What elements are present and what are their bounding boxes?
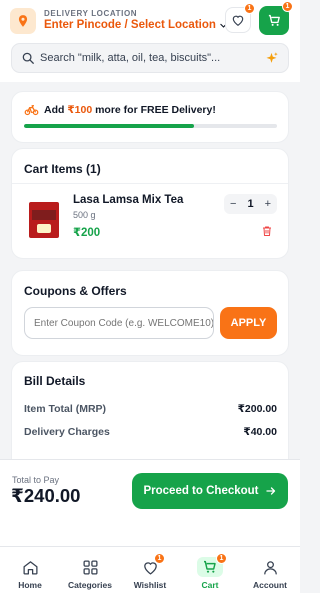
coupon-code-input[interactable] (24, 307, 214, 339)
checkout-footer: Total to Pay ₹240.00 Proceed to Checkout (0, 459, 300, 546)
tab-home[interactable]: Home (0, 547, 60, 593)
checkout-label: Proceed to Checkout (143, 485, 259, 497)
tab-cart[interactable]: 1 Cart (180, 547, 240, 593)
search-bar[interactable]: Search "milk, atta, oil, tea, biscuits".… (11, 43, 289, 73)
wishlist-count-badge: 1 (244, 3, 255, 14)
tab-label: Account (253, 580, 287, 590)
tab-label: Home (18, 580, 42, 590)
bill-row-value: ₹200.00 (237, 403, 277, 415)
bill-row-item-total: Item Total (MRP) ₹200.00 (24, 403, 277, 415)
cart-count-badge: 1 (282, 1, 293, 12)
free-delivery-message: Add ₹100 more for FREE Delivery! (44, 104, 216, 116)
header-cart-button[interactable]: 1 (259, 1, 293, 35)
bottom-nav: Home Categories 1 Wishlist 1 Cart Accoun… (0, 546, 300, 593)
tab-label: Cart (201, 580, 219, 590)
proceed-to-checkout-button[interactable]: Proceed to Checkout (132, 473, 288, 509)
cart-items-card: Cart Items (1) Lasa Lamsa Mix Tea 500 g … (11, 148, 289, 259)
bill-row-label: Delivery Charges (24, 426, 110, 438)
grid-icon (80, 557, 100, 577)
bill-row-label: Item Total (MRP) (24, 403, 107, 415)
bill-row-delivery: Delivery Charges ₹40.00 (24, 426, 277, 438)
heart-icon (232, 15, 244, 26)
tab-label: Categories (68, 580, 112, 590)
location-pin-icon[interactable] (10, 8, 36, 34)
total-value: ₹240.00 (11, 485, 81, 506)
quantity-stepper: − 1 + (224, 194, 277, 214)
tab-categories[interactable]: Categories (60, 547, 120, 593)
product-name[interactable]: Lasa Lamsa Mix Tea (73, 194, 183, 206)
product-price: ₹200 (73, 227, 101, 239)
cart-items-title: Cart Items (1) (24, 162, 101, 176)
search-placeholder: Search "milk, atta, oil, tea, biscuits".… (40, 52, 221, 64)
delivery-progress-bar (24, 124, 277, 128)
total-label: Total to Pay (12, 475, 60, 485)
home-icon (20, 557, 40, 577)
cart-tab-badge: 1 (216, 553, 227, 564)
increase-quantity-button[interactable]: + (265, 198, 271, 210)
free-delivery-card: Add ₹100 more for FREE Delivery! (11, 91, 289, 143)
coupons-title: Coupons & Offers (24, 284, 127, 298)
delete-item-icon[interactable] (261, 225, 273, 237)
bike-icon (24, 105, 39, 116)
tab-wishlist[interactable]: 1 Wishlist (120, 547, 180, 593)
search-icon (22, 52, 34, 64)
bill-details-card: Bill Details Item Total (MRP) ₹200.00 De… (11, 361, 289, 461)
sparkle-icon[interactable] (264, 51, 279, 66)
quantity-value: 1 (247, 198, 254, 210)
delivery-progress-fill (24, 124, 194, 128)
cart-icon: 1 (197, 553, 227, 577)
wishlist-tab-badge: 1 (154, 553, 165, 564)
header-wishlist-button[interactable]: 1 (225, 3, 255, 33)
apply-coupon-button[interactable]: APPLY (220, 307, 277, 339)
location-label: DELIVERY LOCATION (44, 9, 138, 18)
location-selector[interactable]: Enter Pincode / Select Location (44, 19, 228, 31)
coupons-card: Coupons & Offers APPLY (11, 270, 289, 356)
remaining-amount: ₹100 (67, 104, 93, 116)
arrow-right-icon (265, 487, 275, 495)
decrease-quantity-button[interactable]: − (230, 198, 236, 210)
cart-icon (268, 14, 280, 26)
user-icon (260, 557, 280, 577)
bill-row-value: ₹40.00 (243, 426, 277, 438)
bill-details-title: Bill Details (24, 374, 86, 388)
divider (12, 183, 288, 184)
tab-label: Wishlist (133, 580, 167, 590)
heart-icon: 1 (140, 553, 165, 577)
header: DELIVERY LOCATION Enter Pincode / Select… (0, 0, 300, 82)
location-value: Enter Pincode / Select Location (44, 19, 216, 31)
product-weight: 500 g (73, 210, 96, 220)
product-image[interactable] (29, 202, 59, 238)
tab-account[interactable]: Account (240, 547, 300, 593)
